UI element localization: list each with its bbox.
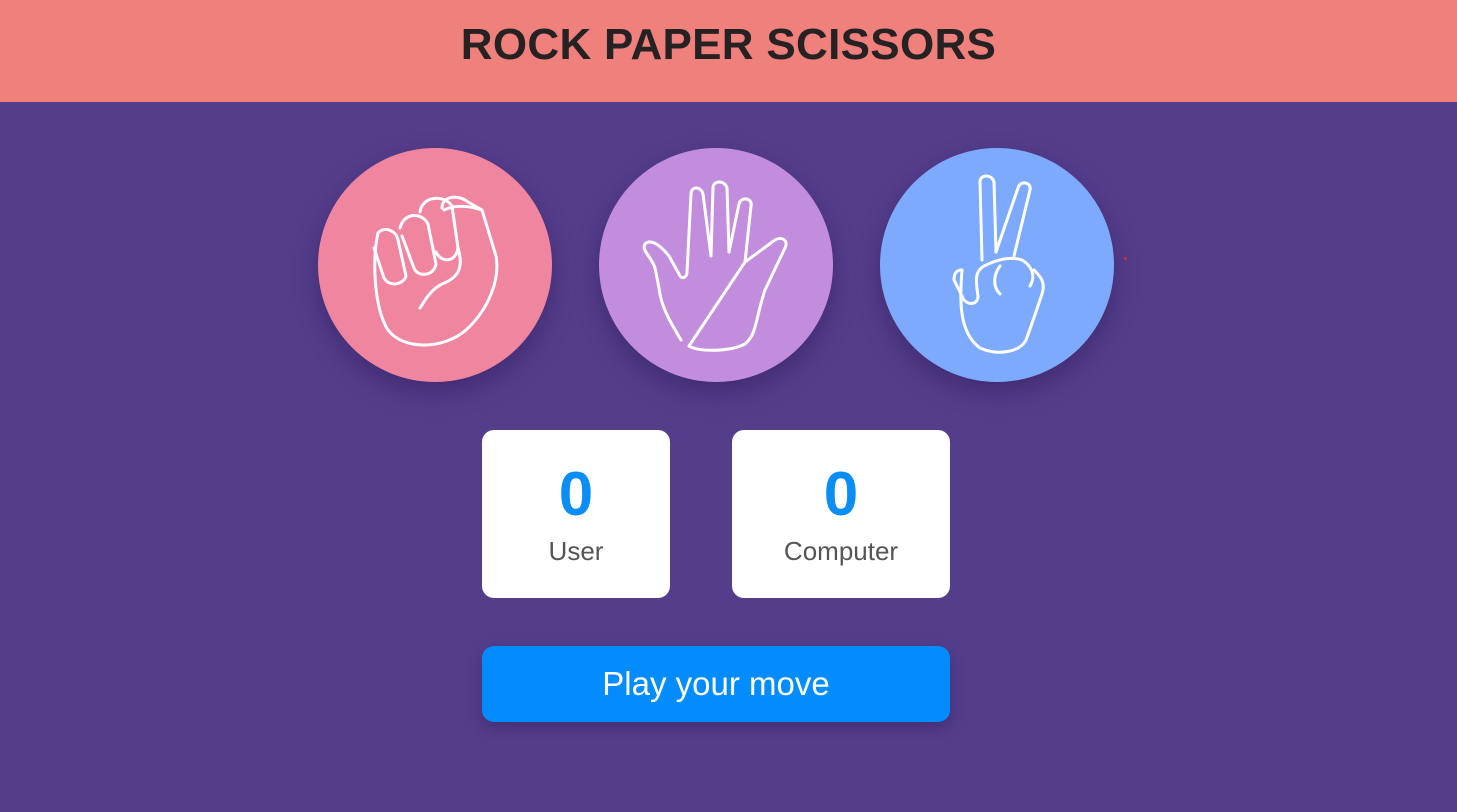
user-score-card: 0 User [482,430,670,598]
stray-dot [1124,257,1127,260]
scissors-choice-button[interactable] [880,148,1114,382]
computer-score-value: 0 [823,460,859,529]
play-move-button[interactable]: Play your move [482,646,950,722]
open-hand-icon [642,180,788,352]
computer-score-label: Computer [783,536,899,566]
fist-icon [372,195,499,347]
page-title: ROCK PAPER SCISSORS [460,20,997,69]
peace-sign-icon [952,174,1045,354]
rock-choice-button[interactable] [318,148,552,382]
user-score-label: User [548,536,604,566]
computer-score-card: 0 Computer [732,430,950,598]
user-score-value: 0 [558,460,594,529]
app-header: ROCK PAPER SCISSORS [0,0,1457,102]
paper-choice-button[interactable] [599,148,833,382]
